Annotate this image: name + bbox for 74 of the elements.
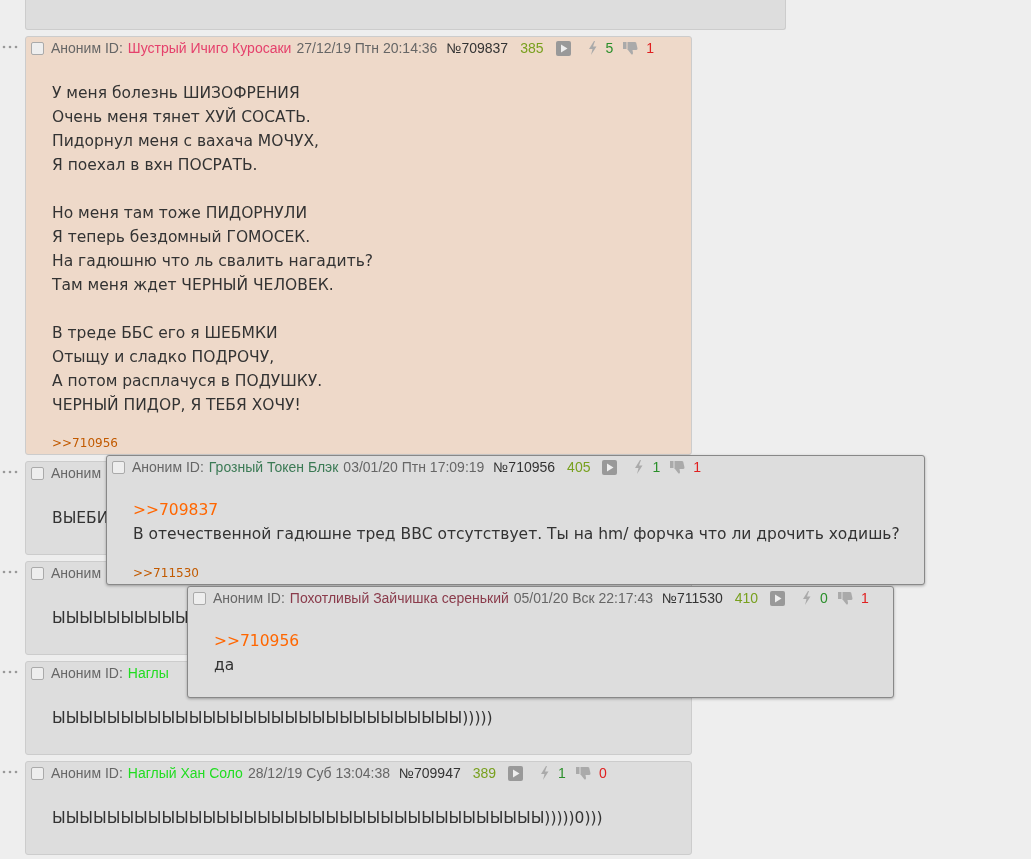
author-label: Аноним ID: bbox=[51, 765, 123, 781]
lightning-icon[interactable] bbox=[802, 591, 812, 605]
lightning-icon[interactable] bbox=[634, 460, 644, 474]
author-label: Аноним ID: bbox=[213, 590, 285, 606]
post-number-link[interactable]: №711530 bbox=[662, 590, 723, 606]
more-dots-icon[interactable] bbox=[2, 470, 18, 474]
checkbox[interactable] bbox=[193, 591, 206, 605]
dislike-count: 1 bbox=[693, 459, 702, 475]
poster-id: Наглый Хан Соло bbox=[127, 765, 243, 781]
like-count: 0 bbox=[820, 590, 828, 606]
post-text: Пидорнул меня с вахача МОЧУХ, bbox=[52, 131, 320, 152]
checkbox[interactable] bbox=[31, 41, 44, 55]
post-text: На гадюшню что ль свалить нагадить? bbox=[52, 251, 374, 272]
lightning-icon[interactable] bbox=[540, 766, 550, 780]
dislike-count: 1 bbox=[646, 40, 655, 56]
post-count: 385 bbox=[520, 40, 544, 56]
post-date: 03/01/20 Птн 17:09:19 bbox=[343, 459, 485, 475]
post-text: Отыщу и сладко ПОДРОЧУ, bbox=[52, 347, 275, 368]
play-icon[interactable] bbox=[602, 459, 618, 475]
poster-id: Шустрый Ичиго Куросаки bbox=[127, 40, 292, 56]
post-text: В треде ББС его я ШЕБМКИ bbox=[52, 323, 278, 344]
post-text: В отечественной гадюшне тред ВВС отсутствует. Ты на hm/ форчка что ли дрочить ходишь? bbox=[133, 524, 900, 545]
play-icon[interactable] bbox=[508, 765, 524, 781]
author-label: Аноним ID: bbox=[51, 665, 123, 681]
thumbs-down-icon[interactable] bbox=[575, 766, 591, 780]
more-dots-icon[interactable] bbox=[2, 45, 18, 49]
more-dots-icon[interactable] bbox=[2, 670, 18, 674]
post-count: 405 bbox=[567, 459, 591, 475]
post-number-link[interactable]: №710956 bbox=[493, 459, 556, 475]
poster-id: Наглы bbox=[127, 665, 169, 681]
post-date: 05/01/20 Вск 22:17:43 bbox=[513, 590, 654, 606]
play-icon[interactable] bbox=[770, 590, 786, 606]
post-text: да bbox=[214, 655, 235, 676]
like-count: 5 bbox=[605, 40, 614, 56]
post-text: У меня болезнь ШИЗОФРЕНИЯ bbox=[52, 83, 300, 104]
post-number-link[interactable]: №709947 bbox=[398, 765, 461, 781]
checkbox[interactable] bbox=[31, 766, 44, 780]
post-text: ВЫЕБИ bbox=[52, 508, 109, 529]
lightning-icon[interactable] bbox=[587, 41, 597, 55]
post-text: ЧЕРНЫЙ ПИДОР, Я ТЕБЯ ХОЧУ! bbox=[52, 394, 301, 416]
poster-id: Грозный Токен Блэк bbox=[208, 459, 339, 475]
post-text: Очень меня тянет ХУЙ СОСАТЬ. bbox=[52, 106, 311, 128]
like-count: 1 bbox=[558, 765, 566, 781]
author-label: Аноним ID: bbox=[132, 459, 204, 475]
thumbs-down-icon[interactable] bbox=[623, 41, 639, 55]
checkbox[interactable] bbox=[31, 566, 44, 580]
checkbox[interactable] bbox=[112, 460, 125, 474]
post-text: ЫЫЫЫЫЫЫЫЫЫЫЫЫЫЫЫЫЫЫЫЫЫЫЫЫЫЫЫЫЫ))))) bbox=[52, 708, 493, 729]
thumbs-down-icon[interactable] bbox=[670, 460, 686, 474]
like-count: 1 bbox=[652, 459, 661, 475]
play-icon[interactable] bbox=[555, 40, 571, 56]
dislike-count: 0 bbox=[598, 765, 607, 781]
more-dots-icon[interactable] bbox=[2, 570, 18, 574]
checkbox[interactable] bbox=[31, 466, 44, 480]
post-count: 410 bbox=[734, 590, 759, 606]
post-text: Там меня ждет ЧЕРНЫЙ ЧЕЛОВЕК. bbox=[52, 274, 334, 296]
thumbs-down-icon[interactable] bbox=[837, 591, 853, 605]
post-text: Я поехал в вхн ПОСРАТЬ. bbox=[52, 155, 258, 176]
post-text: А потом расплачуся в ПОДУШКУ. bbox=[52, 371, 323, 392]
author-label: Аноним bbox=[51, 565, 102, 581]
poster-id: Похотливый Зайчишка серенький bbox=[289, 590, 509, 606]
more-dots-icon[interactable] bbox=[2, 770, 18, 774]
post-date: 27/12/19 Птн 20:14:36 bbox=[296, 40, 438, 56]
author-label: Аноним bbox=[51, 465, 102, 481]
checkbox[interactable] bbox=[31, 666, 44, 680]
post-number-link[interactable]: №709837 bbox=[446, 40, 509, 56]
post-count: 389 bbox=[472, 765, 497, 781]
post-text: ЫЫЫЫЫЫЫЫЫЫЫЫЫЫЫЫЫЫЫЫЫЫЫЫЫЫЫЫЫЫЫЫЫЫЫЫ)))))0))) bbox=[52, 808, 603, 829]
dislike-count: 1 bbox=[860, 590, 869, 606]
post-text: Я теперь бездомный ГОМОСЕК. bbox=[52, 227, 311, 248]
author-label: Аноним ID: bbox=[51, 40, 123, 56]
post-text: Но меня там тоже ПИДОРНУЛИ bbox=[52, 203, 308, 224]
post-text: ЫЫЫЫЫЫЫЫЫЫ bbox=[52, 608, 189, 629]
post-date: 28/12/19 Суб 13:04:38 bbox=[247, 765, 390, 781]
